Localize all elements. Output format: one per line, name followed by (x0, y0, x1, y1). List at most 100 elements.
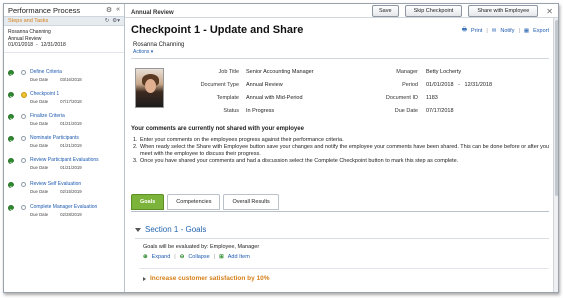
notify-icon[interactable]: ✉ (492, 28, 497, 34)
job-title-label: Job Title (218, 69, 239, 75)
notify-link[interactable]: Notify (500, 28, 514, 34)
step-due-date: 01/21/2019 (60, 143, 82, 148)
settings-icon[interactable]: ⚙▾ (112, 18, 120, 24)
vertical-scrollbar[interactable] (553, 18, 558, 292)
sidebar-step-nominate-participants[interactable]: Nominate Participants Due Date 01/21/2019 (4, 134, 124, 156)
steps-and-tasks-label: Steps and Tasks (8, 18, 49, 24)
sidebar-period-dash: - (36, 42, 38, 48)
step-label[interactable]: Checkpoint 1 (30, 91, 59, 97)
document-type-label: Document Type (200, 82, 239, 88)
instructions-list: 1. Enter your comments on the employees … (133, 137, 553, 165)
employee-name: Rosanna Channing (133, 42, 185, 48)
job-title-value: Senior Accounting Manager (246, 69, 314, 75)
step-due-date: 03/16/2018 (60, 77, 82, 82)
expand-link[interactable]: Expand (152, 254, 171, 260)
sidebar-header: Performance Process ⚙ « (4, 4, 124, 17)
section-title: Section 1 - Goals (145, 225, 207, 234)
export-link[interactable]: Export (533, 28, 549, 34)
step-status-ring-icon (21, 205, 26, 210)
sidebar-step-define-criteria[interactable]: Define Criteria Due Date 03/16/2018 (4, 68, 124, 90)
sidebar-period-start: 01/01/2018 (8, 42, 34, 48)
skip-checkpoint-button[interactable]: Skip Checkpoint (404, 5, 463, 17)
step-label[interactable]: Nominate Participants (30, 135, 79, 141)
step-status-ring-icon (21, 114, 26, 119)
tab-overall-results[interactable]: Overall Results (223, 194, 279, 210)
collapse-link[interactable]: Collapse (188, 254, 209, 260)
collapse-triangle-icon[interactable] (135, 227, 141, 232)
instruction-number: 3. (133, 158, 138, 164)
collapse-icon[interactable]: ⊖ (180, 254, 185, 260)
expand-icon[interactable]: ⊕ (143, 254, 148, 260)
goal-title[interactable]: Increase customer satisfaction by 10% (150, 275, 270, 282)
share-with-employee-button[interactable]: Share with Employee (468, 5, 539, 17)
sidebar-title: Performance Process (8, 5, 81, 15)
step-label[interactable]: Complete Manager Evaluation (30, 204, 97, 210)
template-value: Annual with Mid-Period (246, 95, 303, 101)
print-link[interactable]: Print (471, 28, 482, 34)
step-status-ring-icon (21, 182, 26, 187)
goal-item[interactable]: Increase customer satisfaction by 10% (143, 275, 270, 282)
step-complete-icon (8, 158, 14, 164)
step-due-label: Due Date (30, 121, 49, 126)
tab-goals[interactable]: Goals (131, 194, 165, 210)
instruction-number: 2. (133, 144, 138, 150)
step-due-date: 01/21/2019 (60, 121, 82, 126)
instruction-text: Enter your comments on the employees pro… (140, 137, 344, 143)
step-label[interactable]: Finalize Criteria (30, 113, 65, 119)
employee-photo (135, 68, 164, 108)
step-due-label: Due Date (30, 165, 49, 170)
sidebar: Performance Process ⚙ « Steps and Tasks … (4, 4, 125, 292)
separator: | (486, 27, 488, 34)
section-header[interactable]: Section 1 - Goals (135, 225, 206, 234)
step-status-ring-icon (21, 70, 26, 75)
document-id-label: Document ID (385, 95, 418, 101)
tab-competencies[interactable]: Competencies (167, 194, 221, 210)
due-date-label: Due Date (394, 108, 418, 114)
sidebar-person: Rosanna Channing Annual Review 01/01/201… (4, 26, 124, 53)
sidebar-step-review-participant-evaluations[interactable]: Review Participant Evaluations Due Date 0… (4, 156, 124, 178)
close-icon[interactable]: ✕ (546, 7, 553, 16)
status-label: Status (223, 108, 239, 114)
export-icon[interactable]: ▦ (524, 28, 529, 34)
separator: | (518, 27, 520, 34)
period-label: Period (402, 82, 418, 88)
sidebar-step-complete-manager-evaluation[interactable]: Complete Manager Evaluation Due Date 02/2… (4, 203, 124, 225)
step-due-label: Due Date (30, 77, 49, 82)
expand-triangle-icon[interactable] (143, 276, 146, 281)
instruction-item: 1. Enter your comments on the employees … (133, 137, 553, 144)
double-chevron-left-icon[interactable]: « (116, 6, 120, 14)
step-complete-icon (8, 114, 14, 120)
step-current-icon (21, 92, 27, 98)
goals-evaluated-by: Goals will be evaluated by: Employee, Ma… (143, 244, 260, 250)
step-complete-icon (8, 92, 14, 98)
separator: | (213, 254, 216, 260)
separator: | (174, 254, 176, 260)
divider (139, 268, 549, 269)
breadcrumb: Annual Review (131, 9, 174, 16)
sidebar-step-review-self-evaluation[interactable]: Review Self Evaluation Due Date 02/15/201… (4, 180, 124, 202)
refresh-icon[interactable]: ↻ (105, 18, 110, 24)
step-due-date: 02/15/2019 (60, 189, 82, 194)
sidebar-step-finalize-criteria[interactable]: Finalize Criteria Due Date 01/21/2019 (4, 112, 124, 134)
step-label[interactable]: Review Participant Evaluations (30, 157, 99, 163)
step-label[interactable]: Define Criteria (30, 69, 62, 75)
steps-and-tasks-bar: Steps and Tasks ↻ ⚙▾ (4, 17, 124, 26)
step-status-ring-icon (21, 158, 26, 163)
sidebar-step-checkpoint-1[interactable]: Checkpoint 1 Due Date 07/17/2018 (4, 90, 124, 112)
tab-bar: Goals Competencies Overall Results (131, 194, 279, 210)
save-button[interactable]: Save (372, 5, 399, 17)
step-label[interactable]: Review Self Evaluation (30, 181, 81, 187)
add-item-icon[interactable]: ⊞ (219, 254, 224, 260)
add-item-link[interactable]: Add Item (228, 254, 250, 260)
step-due-label: Due Date (30, 143, 49, 148)
step-complete-icon (8, 182, 14, 188)
print-icon[interactable]: 🖶 (462, 26, 467, 35)
document-type-value: Annual Review (246, 82, 283, 88)
sidebar-period-end: 12/31/2018 (40, 42, 66, 48)
manager-value: Betty Locherty (426, 69, 462, 75)
actions-menu[interactable]: Actions ▾ (133, 49, 153, 55)
scrollbar-thumb[interactable] (555, 20, 558, 196)
gear-icon[interactable]: ⚙ (106, 6, 112, 14)
step-status-ring-icon (21, 136, 26, 141)
step-due-label: Due Date (30, 189, 49, 194)
